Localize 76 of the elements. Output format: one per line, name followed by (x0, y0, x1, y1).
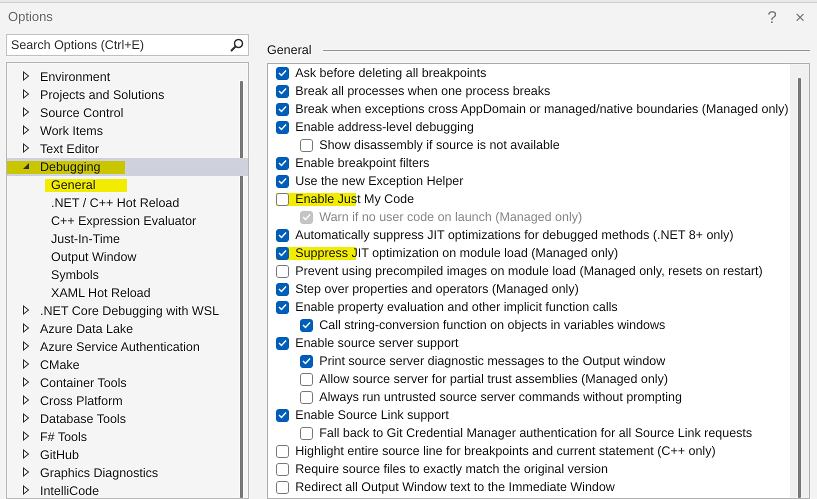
checkbox[interactable] (300, 372, 313, 386)
close-button[interactable]: × (789, 8, 811, 26)
tree-item[interactable]: Symbols (7, 266, 248, 284)
checkbox-option[interactable]: Enable breakpoint filters (276, 154, 430, 172)
tree-item[interactable]: Database Tools (7, 410, 248, 428)
tree-item[interactable]: Just-In-Time (7, 230, 248, 248)
checkbox-option[interactable]: Show disassembly if source is not available (300, 136, 560, 154)
checkbox[interactable] (276, 336, 289, 350)
tree-item[interactable]: Debugging (7, 158, 248, 176)
tree-item[interactable]: GitHub (7, 446, 248, 464)
checkbox-option[interactable]: Automatically suppress JIT optimizations for debugged methods (.NET 8+ only) (276, 226, 734, 244)
checkbox[interactable] (276, 246, 289, 260)
checkbox-option[interactable]: Allow source server for partial trust assemblies (Managed only) (300, 370, 668, 388)
checkbox-option[interactable]: Use the new Exception Helper (276, 172, 464, 190)
tree-item[interactable]: .NET Core Debugging with WSL (7, 302, 248, 320)
checkbox[interactable] (276, 66, 289, 80)
checkbox[interactable] (300, 426, 313, 440)
scrollbar[interactable] (240, 81, 243, 498)
tree-item[interactable]: C++ Expression Evaluator (7, 212, 248, 230)
tree-item[interactable]: .NET / C++ Hot Reload (7, 194, 248, 212)
checkbox-option[interactable]: Step over properties and operators (Managed only) (276, 280, 579, 298)
checkbox[interactable] (300, 354, 313, 368)
checkbox[interactable] (276, 228, 289, 242)
checkbox-option[interactable]: Print source server diagnostic messages to the Output window (300, 352, 666, 370)
checkbox[interactable] (276, 282, 289, 296)
checkbox[interactable] (300, 138, 313, 152)
tree-item[interactable]: Source Control (7, 104, 248, 122)
tree-item[interactable]: Cross Platform (7, 392, 248, 410)
checkbox[interactable] (276, 462, 289, 476)
checkbox[interactable] (276, 192, 289, 206)
checkbox-option[interactable]: Break all processes when one process breaks (276, 82, 550, 100)
checkbox-option[interactable]: Highlight entire source line for breakpoints and current statement (C++ only) (276, 442, 716, 460)
checkbox-option[interactable]: Ask before deleting all breakpoints (276, 64, 486, 82)
checkbox[interactable] (300, 318, 313, 332)
tree-item[interactable]: XAML Hot Reload (7, 284, 248, 302)
scrollbar[interactable] (798, 78, 801, 498)
checkbox[interactable] (276, 264, 289, 278)
checkbox-option[interactable]: Fall back to Git Credential Manager authentication for all Source Link requests (300, 424, 752, 442)
checkbox-option[interactable]: Enable Source Link support (276, 406, 449, 424)
checkbox-option[interactable]: Require source files to exactly match the original version (276, 460, 608, 478)
tree-item[interactable]: Azure Data Lake (7, 320, 248, 338)
search-field[interactable]: Search Options (Ctrl+E) (6, 34, 249, 56)
checkbox-option[interactable]: Always run untrusted source server commands without prompting (300, 388, 682, 406)
tree-item[interactable]: Environment (7, 68, 248, 86)
tree-item[interactable]: Graphics Diagnostics (7, 464, 248, 482)
checkbox[interactable] (276, 300, 289, 314)
checkbox[interactable] (276, 408, 289, 422)
checkbox-option[interactable]: Break when exceptions cross AppDomain or managed/native boundaries (Managed only) (276, 100, 789, 118)
checkbox[interactable] (300, 390, 313, 404)
checkbox-option[interactable]: Enable address-level debugging (276, 118, 474, 136)
checkbox[interactable] (276, 120, 289, 134)
checkbox-option[interactable]: Redirect all Output Window text to the Immediate Window (276, 478, 615, 496)
checkbox-option[interactable]: Enable source server support (276, 334, 459, 352)
checkbox[interactable] (276, 444, 289, 458)
checkbox[interactable] (276, 480, 289, 494)
tree-item[interactable]: Output Window (7, 248, 248, 266)
checkbox[interactable] (276, 102, 289, 116)
checkbox[interactable] (276, 84, 289, 98)
checkbox[interactable] (276, 156, 289, 170)
window-title: Options (8, 8, 53, 26)
tree-item[interactable]: F# Tools (7, 428, 248, 446)
tree-item[interactable]: Work Items (7, 122, 248, 140)
tree-item[interactable]: Text Editor (7, 140, 248, 158)
section-title: General (267, 42, 312, 59)
checkbox-option[interactable]: Enable property evaluation and other implicit function calls (276, 298, 618, 316)
search-icon (230, 38, 244, 52)
help-button[interactable]: ? (761, 8, 783, 26)
checkbox[interactable] (276, 174, 289, 188)
checkbox-option[interactable]: Prevent using precompiled images on module load (Managed only, resets on restart) (276, 262, 763, 280)
collapse-triangle-icon[interactable] (22, 161, 30, 171)
tree-item[interactable]: Container Tools (7, 374, 248, 392)
tree-item[interactable]: CMake (7, 356, 248, 374)
tree-item[interactable]: IntelliCode (7, 482, 248, 498)
checkbox-option[interactable]: Call string-conversion function on objects in variables windows (300, 316, 666, 334)
tree-item[interactable]: Projects and Solutions (7, 86, 248, 104)
tree-item[interactable]: Azure Service Authentication (7, 338, 248, 356)
